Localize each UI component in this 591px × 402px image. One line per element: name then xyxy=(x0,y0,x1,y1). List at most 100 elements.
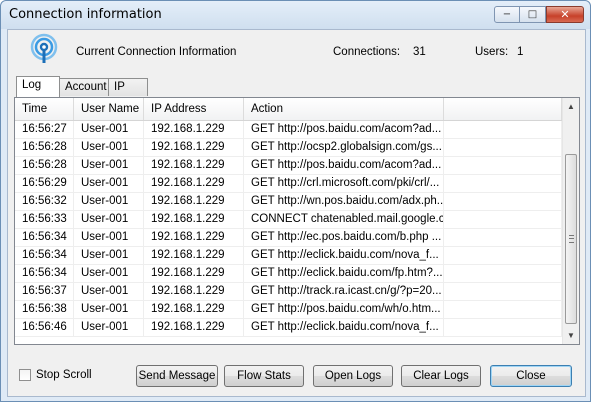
cell-extra xyxy=(444,211,562,228)
log-list[interactable]: Time User Name IP Address Action 16:56:2… xyxy=(14,97,580,345)
column-header-user-name[interactable]: User Name xyxy=(74,98,144,120)
cell-user-name: User-001 xyxy=(74,265,144,282)
cell-action: GET http://crl.microsoft.com/pki/crl/... xyxy=(244,175,444,192)
wireless-signal-icon xyxy=(30,33,58,63)
table-row[interactable]: 16:56:27 User-001 192.168.1.229 GET http://… xyxy=(15,121,562,139)
scroll-down-icon[interactable]: ▼ xyxy=(563,327,579,344)
scroll-up-icon[interactable]: ▲ xyxy=(563,98,579,115)
open-logs-button[interactable]: Open Logs xyxy=(313,365,393,387)
cell-extra xyxy=(444,247,562,264)
cell-extra xyxy=(444,283,562,300)
cell-extra xyxy=(444,193,562,210)
minimize-button[interactable]: − xyxy=(494,6,520,23)
tab-log[interactable]: Log xyxy=(16,76,60,97)
flow-stats-button[interactable]: Flow Stats xyxy=(224,365,304,387)
table-row[interactable]: 16:56:32 User-001 192.168.1.229 GET http://… xyxy=(15,193,562,211)
stop-scroll-label: Stop Scroll xyxy=(36,369,92,381)
table-row[interactable]: 16:56:34 User-001 192.168.1.229 GET http://… xyxy=(15,265,562,283)
cell-action: GET http://wn.pos.baidu.com/adx.ph... xyxy=(244,193,444,210)
table-row[interactable]: 16:56:34 User-001 192.168.1.229 GET http://… xyxy=(15,229,562,247)
table-row[interactable]: 16:56:29 User-001 192.168.1.229 GET http://… xyxy=(15,175,562,193)
header-label: Current Connection Information xyxy=(76,46,237,58)
cell-time: 16:56:33 xyxy=(15,211,74,228)
cell-action: GET http://eclick.baidu.com/nova_f... xyxy=(244,319,444,336)
cell-user-name: User-001 xyxy=(74,229,144,246)
cell-extra xyxy=(444,301,562,318)
cell-action: GET http://eclick.baidu.com/fp.htm?... xyxy=(244,265,444,282)
cell-action: GET http://pos.baidu.com/acom?ad... xyxy=(244,157,444,174)
column-header-action[interactable]: Action xyxy=(244,98,444,120)
cell-action: CONNECT chatenabled.mail.google.c... xyxy=(244,211,444,228)
cell-ip-address: 192.168.1.229 xyxy=(144,139,244,156)
cell-ip-address: 192.168.1.229 xyxy=(144,211,244,228)
tab-ip[interactable]: IP xyxy=(108,78,148,96)
cell-user-name: User-001 xyxy=(74,121,144,138)
maximize-button[interactable]: □ xyxy=(520,6,546,23)
connection-info-window: Connection information − □ ✕ Current Con… xyxy=(0,0,591,402)
cell-time: 16:56:46 xyxy=(15,319,74,336)
grip-icon xyxy=(569,235,574,243)
table-rows: 16:56:27 User-001 192.168.1.229 GET http://… xyxy=(15,121,562,337)
clear-logs-button[interactable]: Clear Logs xyxy=(401,365,481,387)
cell-ip-address: 192.168.1.229 xyxy=(144,157,244,174)
cell-extra xyxy=(444,319,562,336)
column-header-time[interactable]: Time xyxy=(15,98,74,120)
table-row[interactable]: 16:56:37 User-001 192.168.1.229 GET http://… xyxy=(15,283,562,301)
cell-ip-address: 192.168.1.229 xyxy=(144,247,244,264)
table-header: Time User Name IP Address Action xyxy=(15,98,562,121)
stop-scroll-checkbox[interactable] xyxy=(19,369,31,381)
cell-action: GET http://track.ra.icast.cn/g/?p=20... xyxy=(244,283,444,300)
close-button[interactable]: Close xyxy=(490,365,572,387)
connections-label: Connections: xyxy=(333,46,401,58)
cell-time: 16:56:38 xyxy=(15,301,74,318)
cell-time: 16:56:28 xyxy=(15,139,74,156)
table-row[interactable]: 16:56:34 User-001 192.168.1.229 GET http://… xyxy=(15,247,562,265)
cell-time: 16:56:32 xyxy=(15,193,74,210)
column-header-ip-address[interactable]: IP Address xyxy=(144,98,244,120)
title-bar[interactable]: Connection information − □ ✕ xyxy=(1,1,590,29)
cell-time: 16:56:27 xyxy=(15,121,74,138)
cell-extra xyxy=(444,139,562,156)
cell-action: GET http://ec.pos.baidu.com/b.php ... xyxy=(244,229,444,246)
cell-extra xyxy=(444,265,562,282)
cell-user-name: User-001 xyxy=(74,283,144,300)
cell-extra xyxy=(444,121,562,138)
table-row[interactable]: 16:56:46 User-001 192.168.1.229 GET http://… xyxy=(15,319,562,337)
vertical-scrollbar[interactable]: ▲ ▼ xyxy=(562,98,579,344)
cell-action: GET http://pos.baidu.com/wh/o.htm... xyxy=(244,301,444,318)
cell-extra xyxy=(444,229,562,246)
column-header-extra[interactable] xyxy=(444,98,562,120)
close-icon: ✕ xyxy=(560,8,570,21)
cell-time: 16:56:34 xyxy=(15,247,74,264)
cell-user-name: User-001 xyxy=(74,301,144,318)
table-row[interactable]: 16:56:33 User-001 192.168.1.229 CONNECT cha… xyxy=(15,211,562,229)
cell-extra xyxy=(444,157,562,174)
cell-user-name: User-001 xyxy=(74,139,144,156)
cell-time: 16:56:34 xyxy=(15,265,74,282)
scroll-thumb[interactable] xyxy=(565,154,577,324)
table-row[interactable]: 16:56:28 User-001 192.168.1.229 GET http://… xyxy=(15,139,562,157)
cell-action: GET http://ocsp2.globalsign.com/gs... xyxy=(244,139,444,156)
cell-time: 16:56:37 xyxy=(15,283,74,300)
cell-user-name: User-001 xyxy=(74,247,144,264)
cell-time: 16:56:28 xyxy=(15,157,74,174)
cell-action: GET http://pos.baidu.com/acom?ad... xyxy=(244,121,444,138)
cell-ip-address: 192.168.1.229 xyxy=(144,193,244,210)
send-message-button[interactable]: Send Message xyxy=(136,365,218,387)
connections-count: 31 xyxy=(413,46,426,58)
table-row[interactable]: 16:56:28 User-001 192.168.1.229 GET http://… xyxy=(15,157,562,175)
minimize-icon: − xyxy=(502,9,512,20)
table-row[interactable]: 16:56:38 User-001 192.168.1.229 GET http://… xyxy=(15,301,562,319)
cell-user-name: User-001 xyxy=(74,319,144,336)
cell-user-name: User-001 xyxy=(74,193,144,210)
cell-time: 16:56:34 xyxy=(15,229,74,246)
maximize-icon: □ xyxy=(527,9,538,20)
users-label: Users: xyxy=(475,46,509,58)
cell-ip-address: 192.168.1.229 xyxy=(144,319,244,336)
cell-ip-address: 192.168.1.229 xyxy=(144,283,244,300)
close-window-button[interactable]: ✕ xyxy=(546,6,584,23)
tab-account[interactable]: Account xyxy=(59,78,109,96)
cell-user-name: User-001 xyxy=(74,175,144,192)
cell-ip-address: 192.168.1.229 xyxy=(144,121,244,138)
cell-ip-address: 192.168.1.229 xyxy=(144,229,244,246)
